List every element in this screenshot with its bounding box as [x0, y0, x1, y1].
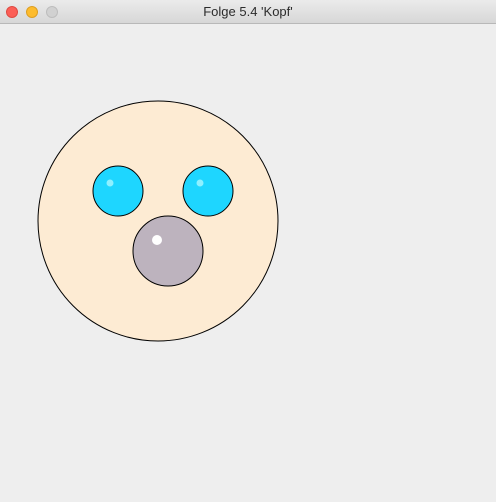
title-bar[interactable]: Folge 5.4 'Kopf': [0, 0, 496, 24]
window-title: Folge 5.4 'Kopf': [203, 4, 293, 19]
head-drawing: [37, 100, 279, 342]
left-eye-highlight: [106, 179, 114, 187]
app-window: Folge 5.4 'Kopf': [0, 0, 496, 502]
drawing-canvas: [0, 24, 496, 502]
right-eye-highlight: [196, 179, 204, 187]
nose-highlight: [152, 235, 162, 245]
right-eye: [182, 165, 234, 217]
left-eye: [92, 165, 144, 217]
nose-circle: [132, 215, 204, 287]
